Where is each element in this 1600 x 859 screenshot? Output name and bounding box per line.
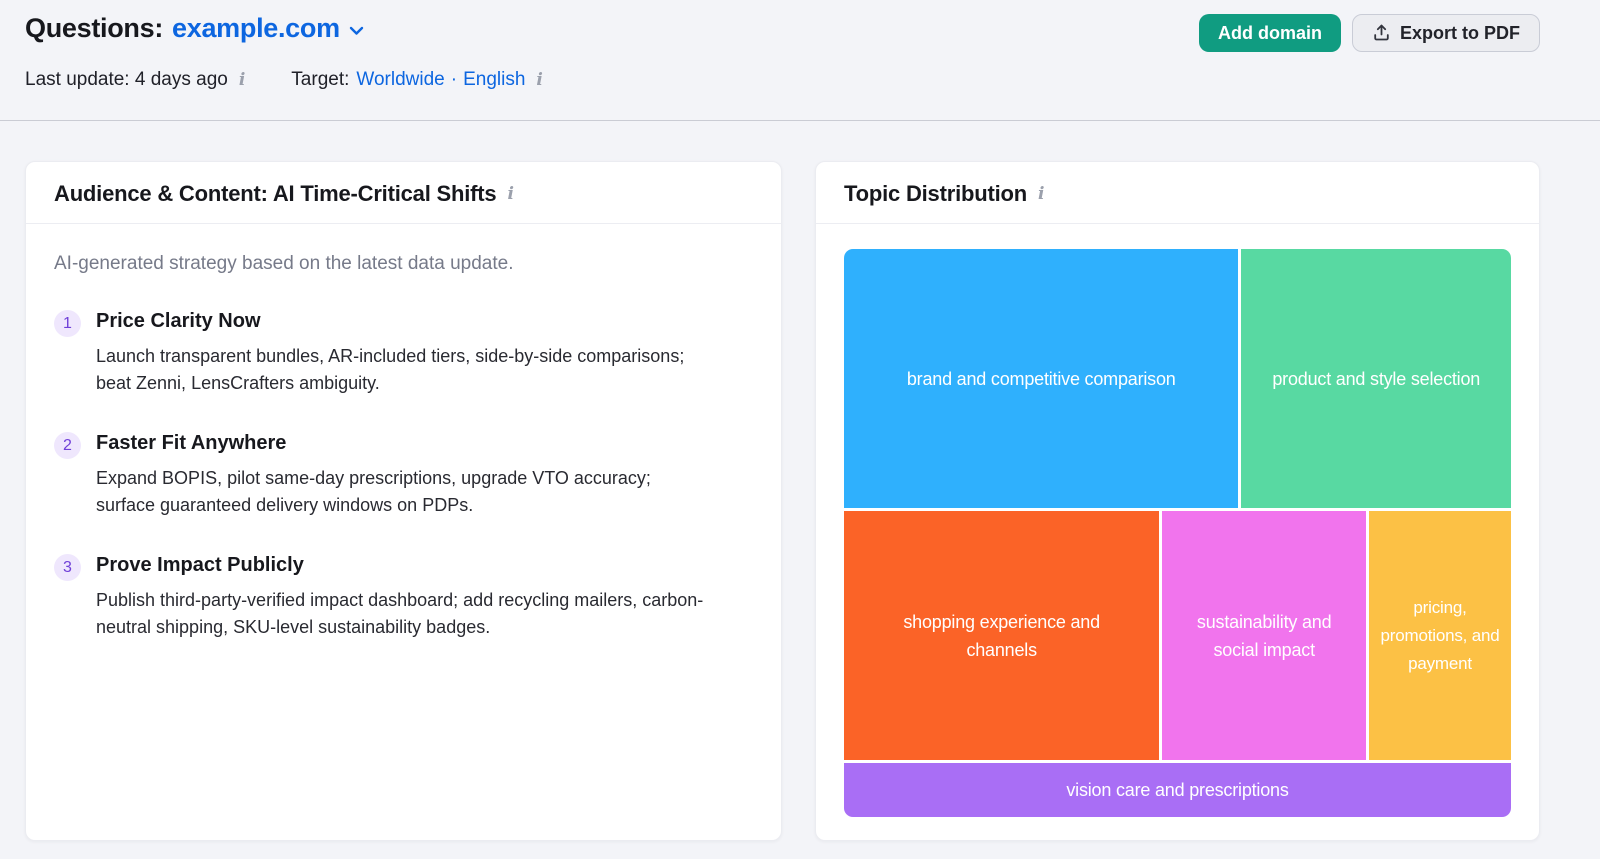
topic-distribution-card: Topic Distribution i brand and competiti… [815, 161, 1540, 841]
strategy-item-3: 3 Prove Impact Publicly Publish third-pa… [54, 553, 753, 641]
treemap-cell-brand-and-competitive-comparison[interactable]: brand and competitive comparison [844, 249, 1238, 508]
step-number-badge: 1 [54, 310, 81, 337]
info-icon[interactable]: i [239, 72, 245, 89]
export-button-label: Export to PDF [1400, 23, 1520, 44]
main-content: Audience & Content: AI Time-Critical Shi… [0, 129, 1600, 841]
treemap-cell-vision-care-and-prescriptions[interactable]: vision care and prescriptions [844, 763, 1511, 817]
strategy-item-description: Expand BOPIS, pilot same-day prescriptio… [96, 465, 708, 519]
export-to-pdf-button[interactable]: Export to PDF [1352, 14, 1540, 52]
treemap-cell-shopping-experience-and-channels[interactable]: shopping experience and channels [844, 511, 1159, 760]
treemap-row: shopping experience and channels sustain… [844, 511, 1511, 760]
page-title: Questions: example.com [25, 13, 364, 44]
strategy-item-description: Publish third-party-verified impact dash… [96, 587, 708, 641]
page: Questions: example.com Add domain [0, 0, 1600, 841]
strategy-card-title: Audience & Content: AI Time-Critical Shi… [54, 181, 496, 207]
header-divider [0, 120, 1600, 121]
last-update-text: Last update: 4 days ago [25, 69, 228, 91]
target-separator: · [451, 69, 457, 91]
topic-treemap: brand and competitive comparison product… [844, 249, 1511, 817]
target-label: Target: [291, 69, 349, 91]
strategy-item-title: Prove Impact Publicly [96, 554, 708, 577]
topic-card-body: brand and competitive comparison product… [816, 224, 1539, 841]
target-region-link[interactable]: Worldwide [356, 69, 444, 91]
treemap-row: vision care and prescriptions [844, 763, 1511, 817]
strategy-item-2: 2 Faster Fit Anywhere Expand BOPIS, pilo… [54, 431, 753, 519]
target: Target: Worldwide · English i [291, 69, 543, 91]
export-icon [1372, 25, 1391, 42]
step-number-badge: 3 [54, 554, 81, 581]
treemap-cell-pricing-promotions-and-payment[interactable]: pricing, promotions, and payment [1369, 511, 1511, 760]
strategy-card-header: Audience & Content: AI Time-Critical Shi… [26, 162, 781, 224]
strategy-card: Audience & Content: AI Time-Critical Shi… [25, 161, 782, 841]
strategy-card-body: AI-generated strategy based on the lates… [26, 224, 781, 701]
info-icon[interactable]: i [507, 186, 513, 203]
treemap-cell-product-and-style-selection[interactable]: product and style selection [1241, 249, 1511, 508]
page-title-label: Questions: [25, 13, 163, 44]
strategy-item-description: Launch transparent bundles, AR-included … [96, 343, 708, 397]
domain-selector[interactable]: example.com [172, 13, 340, 44]
topic-card-title: Topic Distribution [844, 181, 1027, 207]
strategy-subtitle: AI-generated strategy based on the lates… [54, 253, 753, 275]
treemap-row: brand and competitive comparison product… [844, 249, 1511, 508]
step-number-badge: 2 [54, 432, 81, 459]
page-header: Questions: example.com Add domain [0, 0, 1600, 91]
treemap-cell-sustainability-and-social-impact[interactable]: sustainability and social impact [1162, 511, 1366, 760]
target-language-link[interactable]: English [463, 69, 525, 91]
topic-card-header: Topic Distribution i [816, 162, 1539, 224]
info-icon[interactable]: i [1038, 186, 1044, 203]
strategy-item-title: Faster Fit Anywhere [96, 432, 708, 455]
header-actions: Add domain Export to PDF [1199, 13, 1540, 52]
last-update: Last update: 4 days ago i [25, 69, 245, 91]
chevron-down-icon[interactable] [349, 26, 364, 36]
add-domain-button[interactable]: Add domain [1199, 14, 1341, 52]
info-icon[interactable]: i [536, 72, 542, 89]
strategy-item-1: 1 Price Clarity Now Launch transparent b… [54, 309, 753, 397]
strategy-item-title: Price Clarity Now [96, 310, 708, 333]
